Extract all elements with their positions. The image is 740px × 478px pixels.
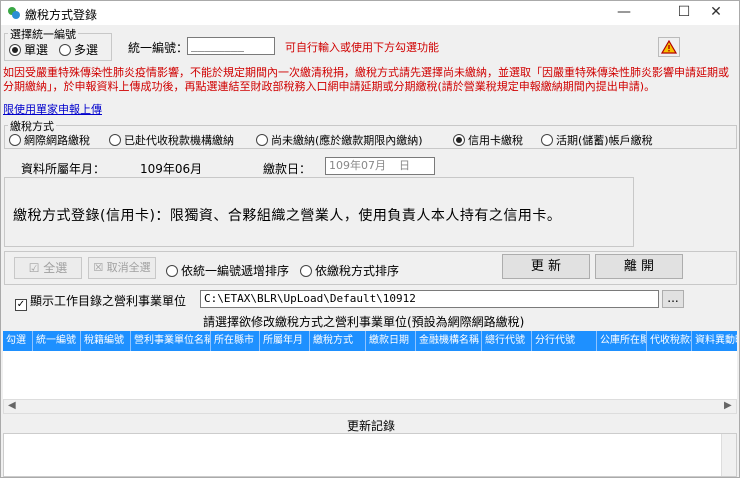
- payment-option-label: 尚未繳納(應於繳款期限內繳納): [271, 134, 423, 147]
- scroll-right-icon[interactable]: ▶: [724, 400, 732, 411]
- directory-path-input[interactable]: C:\ETAX\BLR\UpLoad\Default\10912: [200, 290, 659, 308]
- payment-option-label: 活期(儲蓄)帳戶繳稅: [556, 134, 653, 147]
- log-caption: 更新記錄: [347, 419, 396, 433]
- payment-option-label: 信用卡繳稅: [468, 134, 523, 147]
- column-header[interactable]: 金融機構名稱: [416, 331, 482, 351]
- grid-header: 勾選 統一編號 稅籍編號 營利事業單位名稱 所在縣市 所屬年月 繳稅方式 繳款日…: [3, 331, 737, 351]
- pay-date-label: 繳款日：: [263, 162, 312, 176]
- warning-icon: [660, 39, 678, 54]
- select-mode-title: 選擇統一編號: [8, 26, 78, 42]
- pay-date-value: 109年07月: [329, 159, 386, 172]
- column-header[interactable]: 統一編號: [33, 331, 81, 351]
- horizontal-scrollbar[interactable]: ◀ ▶: [3, 399, 737, 414]
- multi-select-label: 多選: [74, 43, 99, 57]
- payment-option-credit-card[interactable]: 信用卡繳稅: [453, 132, 523, 148]
- sort-by-id-label: 依統一編號遞增排序: [181, 264, 290, 278]
- radio-icon: [541, 134, 553, 146]
- payment-option-internet[interactable]: 網際網路繳稅: [9, 132, 90, 148]
- pay-date-input[interactable]: 109年07月 日: [325, 157, 435, 175]
- column-header[interactable]: 繳款日期: [366, 331, 416, 351]
- tax-id-input[interactable]: ________: [187, 37, 275, 55]
- payment-option-label: 網際網路繳稅: [24, 134, 90, 147]
- browse-button[interactable]: ...: [662, 290, 684, 308]
- column-header[interactable]: 繳稅方式: [310, 331, 366, 351]
- deselect-all-label: 取消全選: [106, 261, 151, 274]
- radio-icon: [59, 44, 71, 56]
- select-all-icon: ☑: [28, 261, 44, 275]
- radio-icon: [9, 44, 21, 56]
- window-title: 繳稅方式登錄: [25, 8, 98, 22]
- period-value: 109年06月: [140, 162, 203, 176]
- period-label: 資料所屬年月：: [21, 162, 106, 176]
- column-header[interactable]: 所在縣市: [211, 331, 260, 351]
- radio-icon: [256, 134, 268, 146]
- minimize-button[interactable]: —: [601, 1, 647, 25]
- payment-option-unpaid[interactable]: 尚未繳納(應於繳款期限內繳納): [256, 132, 423, 148]
- grid-caption: 請選擇欲修改繳稅方式之營利事業單位(預設為網際網路繳稅): [203, 315, 525, 329]
- tax-id-hint: 可自行輸入或使用下方勾選功能: [285, 41, 439, 54]
- column-header[interactable]: 代收稅款機: [647, 331, 692, 351]
- select-all-label: 全選: [43, 261, 68, 275]
- single-select-radio[interactable]: 單選: [9, 41, 48, 58]
- radio-icon: [9, 134, 21, 146]
- leave-button[interactable]: 離 開: [595, 254, 683, 279]
- select-all-button[interactable]: ☑ 全選: [14, 257, 82, 279]
- single-select-label: 單選: [24, 43, 49, 57]
- radio-icon: [109, 134, 121, 146]
- radio-icon: [300, 265, 312, 277]
- close-button[interactable]: ✕: [693, 1, 739, 25]
- log-vertical-scrollbar[interactable]: [721, 434, 736, 476]
- sort-by-id-radio[interactable]: 依統一編號遞增排序: [166, 262, 289, 279]
- title-bar: 繳稅方式登錄 — ☐ ✕: [1, 1, 739, 25]
- multi-select-radio[interactable]: 多選: [59, 41, 98, 58]
- column-header[interactable]: 營利事業單位名稱: [131, 331, 211, 351]
- payment-description: 繳稅方式登錄(信用卡)：限獨資、合夥組織之營業人，使用負責人本人持有之信用卡。: [13, 208, 562, 224]
- update-button[interactable]: 更 新: [502, 254, 590, 279]
- column-header[interactable]: 公庫所在縣: [597, 331, 647, 351]
- covid-notice: 如因受嚴重特殊傳染性肺炎疫情影響，不能於規定期間內一次繳清稅捐，繳稅方式請先選擇…: [3, 66, 729, 93]
- column-header[interactable]: 資料異動時: [692, 331, 737, 351]
- radio-icon: [166, 265, 178, 277]
- sort-by-method-radio[interactable]: 依繳稅方式排序: [300, 262, 399, 279]
- tax-payment-window: 繳稅方式登錄 — ☐ ✕ 選擇統一編號 單選 多選 統一編號： ________…: [0, 0, 740, 478]
- column-header[interactable]: 所屬年月: [260, 331, 310, 351]
- grid-body[interactable]: [3, 351, 737, 399]
- deselect-all-button[interactable]: ☒ 取消全選: [88, 257, 156, 279]
- scroll-left-icon[interactable]: ◀: [8, 400, 16, 411]
- payment-option-label: 已赴代收稅款機構繳納: [124, 134, 234, 147]
- payment-option-account[interactable]: 活期(儲蓄)帳戶繳稅: [541, 132, 653, 148]
- column-header[interactable]: 分行代號: [532, 331, 597, 351]
- pay-date-suffix: 日: [399, 159, 410, 172]
- tax-id-label: 統一編號：: [128, 41, 189, 55]
- show-directory-label: 顯示工作目錄之營利事業單位: [30, 294, 187, 308]
- show-directory-checkbox[interactable]: ✓ 顯示工作目錄之營利事業單位: [15, 292, 186, 311]
- sort-by-method-label: 依繳稅方式排序: [315, 264, 400, 278]
- column-header[interactable]: 總行代號: [482, 331, 532, 351]
- column-header[interactable]: 勾選: [3, 331, 33, 351]
- payment-option-paid-at-bank[interactable]: 已赴代收稅款機構繳納: [109, 132, 234, 148]
- deselect-all-icon: ☒: [93, 261, 107, 274]
- radio-icon: [453, 134, 465, 146]
- warning-button[interactable]: [658, 37, 680, 57]
- single-upload-link[interactable]: 限使用單家申報上傳: [3, 101, 102, 117]
- app-icon: [8, 7, 20, 19]
- column-header[interactable]: 稅籍編號: [81, 331, 131, 351]
- check-icon: ✓: [15, 299, 27, 311]
- update-log-area[interactable]: [3, 433, 737, 477]
